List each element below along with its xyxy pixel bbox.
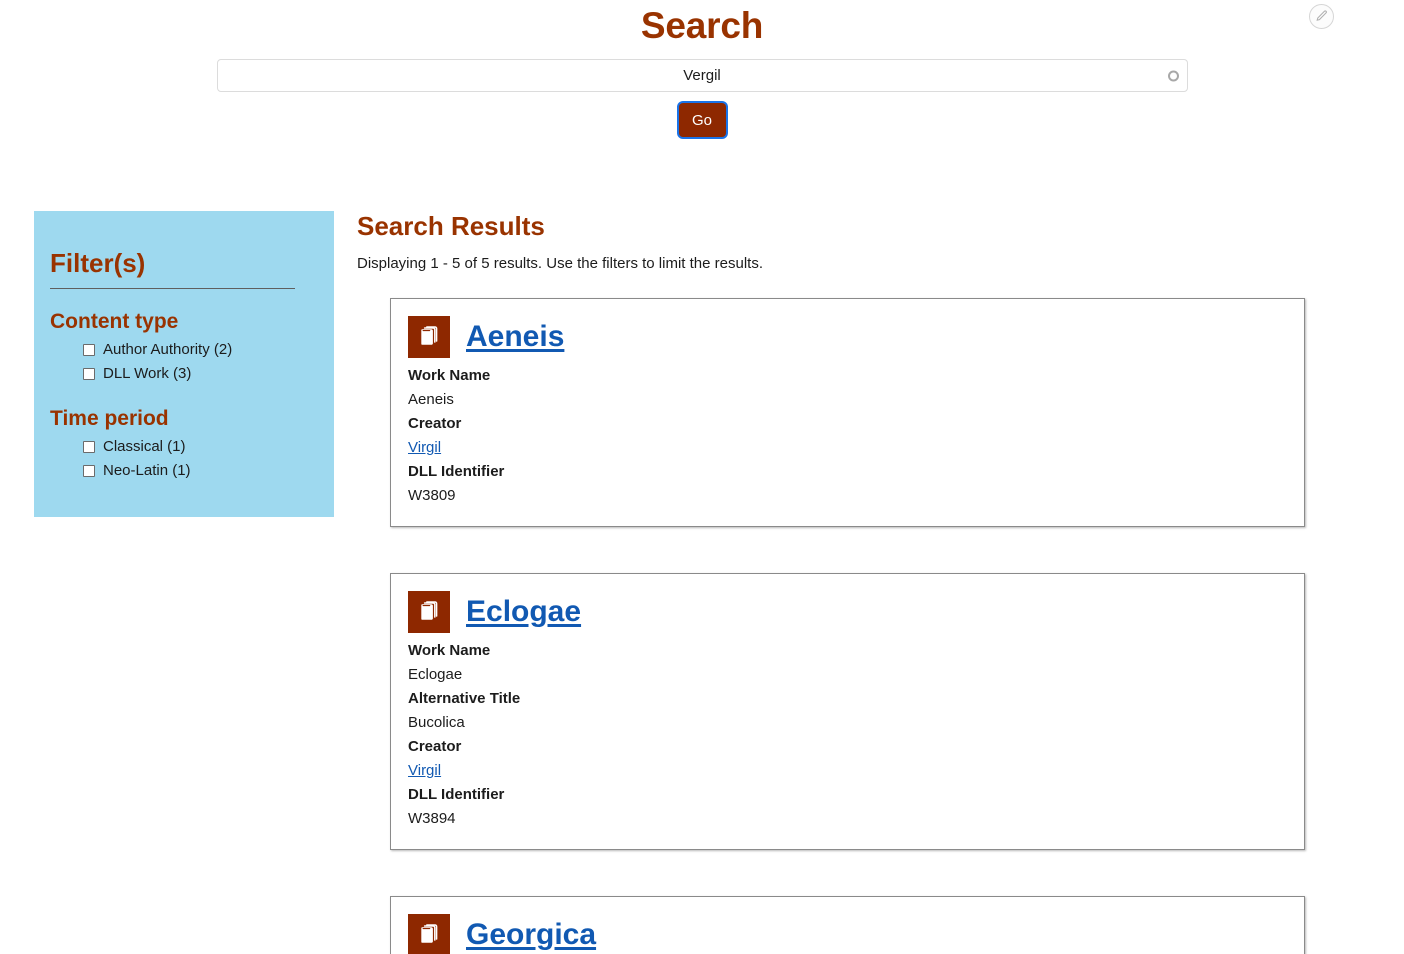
field-value: Aeneis (408, 391, 454, 408)
field-value: Bucolica (408, 714, 465, 731)
field-label: Alternative Title (408, 690, 521, 707)
filter-option-list: Classical (1) Neo-Latin (1) (34, 435, 334, 483)
filter-option[interactable]: Neo-Latin (1) (83, 459, 334, 483)
book-icon (408, 914, 450, 954)
field-value-link[interactable]: Virgil (408, 436, 1286, 460)
field-label: DLL Identifier (408, 463, 505, 480)
filters-sidebar: Filter(s) Content type Author Authority (… (34, 211, 334, 517)
book-icon (408, 591, 450, 633)
search-input[interactable] (216, 59, 1188, 92)
search-page: Search Go Filter(s) Content type Author A… (0, 0, 1404, 954)
edit-page-button[interactable] (1309, 4, 1334, 29)
result-title-link[interactable]: Aeneis (466, 320, 564, 354)
field-value: W3894 (408, 810, 456, 827)
filter-option-list: Author Authority (2) DLL Work (3) (34, 338, 334, 386)
filter-group: Content type Author Authority (2) DLL Work… (34, 309, 334, 386)
field-value: W3809 (408, 487, 456, 504)
filter-option[interactable]: Classical (1) (83, 435, 334, 459)
search-submit-button[interactable]: Go (678, 103, 726, 137)
filter-option-label: DLL Work (3) (103, 365, 192, 382)
filter-checkbox[interactable] (83, 465, 95, 477)
result-card-header: Georgica (408, 914, 1286, 954)
field-label: Work Name (408, 642, 491, 659)
filter-option-label: Author Authority (2) (103, 341, 233, 358)
filter-option[interactable]: DLL Work (3) (83, 362, 334, 386)
results-summary: Displaying 1 - 5 of 5 results. Use the f… (357, 255, 763, 272)
filter-checkbox[interactable] (83, 344, 95, 356)
filter-group-title: Time period (50, 407, 169, 430)
field-value: Eclogae (408, 666, 463, 683)
result-card-list: Aeneis Work Name Aeneis Creator Virgil DLL Id… (357, 298, 1305, 954)
search-form: Go (0, 59, 1404, 137)
filters-title: Filter(s) (50, 248, 146, 278)
field-label: Creator (408, 738, 462, 755)
field-label: Work Name (408, 367, 491, 384)
result-card: Georgica (390, 896, 1305, 954)
filter-group: Time period Classical (1) Neo-Latin (1) (34, 406, 334, 483)
results-title: Search Results (357, 211, 545, 241)
result-card: Eclogae Work Name Eclogae Alternative Title… (390, 573, 1305, 850)
book-icon (408, 316, 450, 358)
result-title-link[interactable]: Georgica (466, 918, 596, 952)
result-card-header: Aeneis (408, 316, 1286, 358)
filter-checkbox[interactable] (83, 368, 95, 380)
filter-option[interactable]: Author Authority (2) (83, 338, 334, 362)
pencil-icon (1315, 10, 1328, 23)
filters-divider (50, 288, 295, 289)
filter-option-label: Classical (1) (103, 438, 186, 455)
field-value-link[interactable]: Virgil (408, 759, 1286, 783)
filter-group-title: Content type (50, 310, 179, 333)
result-title-link[interactable]: Eclogae (466, 595, 581, 629)
filter-option-label: Neo-Latin (1) (103, 462, 191, 479)
result-card: Aeneis Work Name Aeneis Creator Virgil DLL Id… (390, 298, 1305, 527)
filter-checkbox[interactable] (83, 441, 95, 453)
result-card-header: Eclogae (408, 591, 1286, 633)
search-input-wrap (216, 59, 1188, 92)
filter-groups: Content type Author Authority (2) DLL Work… (34, 309, 334, 483)
field-label: DLL Identifier (408, 786, 505, 803)
field-label: Creator (408, 415, 462, 432)
page-title: Search (640, 5, 764, 46)
search-results-section: Search Results Displaying 1 - 5 of 5 res… (357, 211, 1305, 954)
circle-spinner-icon[interactable] (1167, 70, 1179, 81)
